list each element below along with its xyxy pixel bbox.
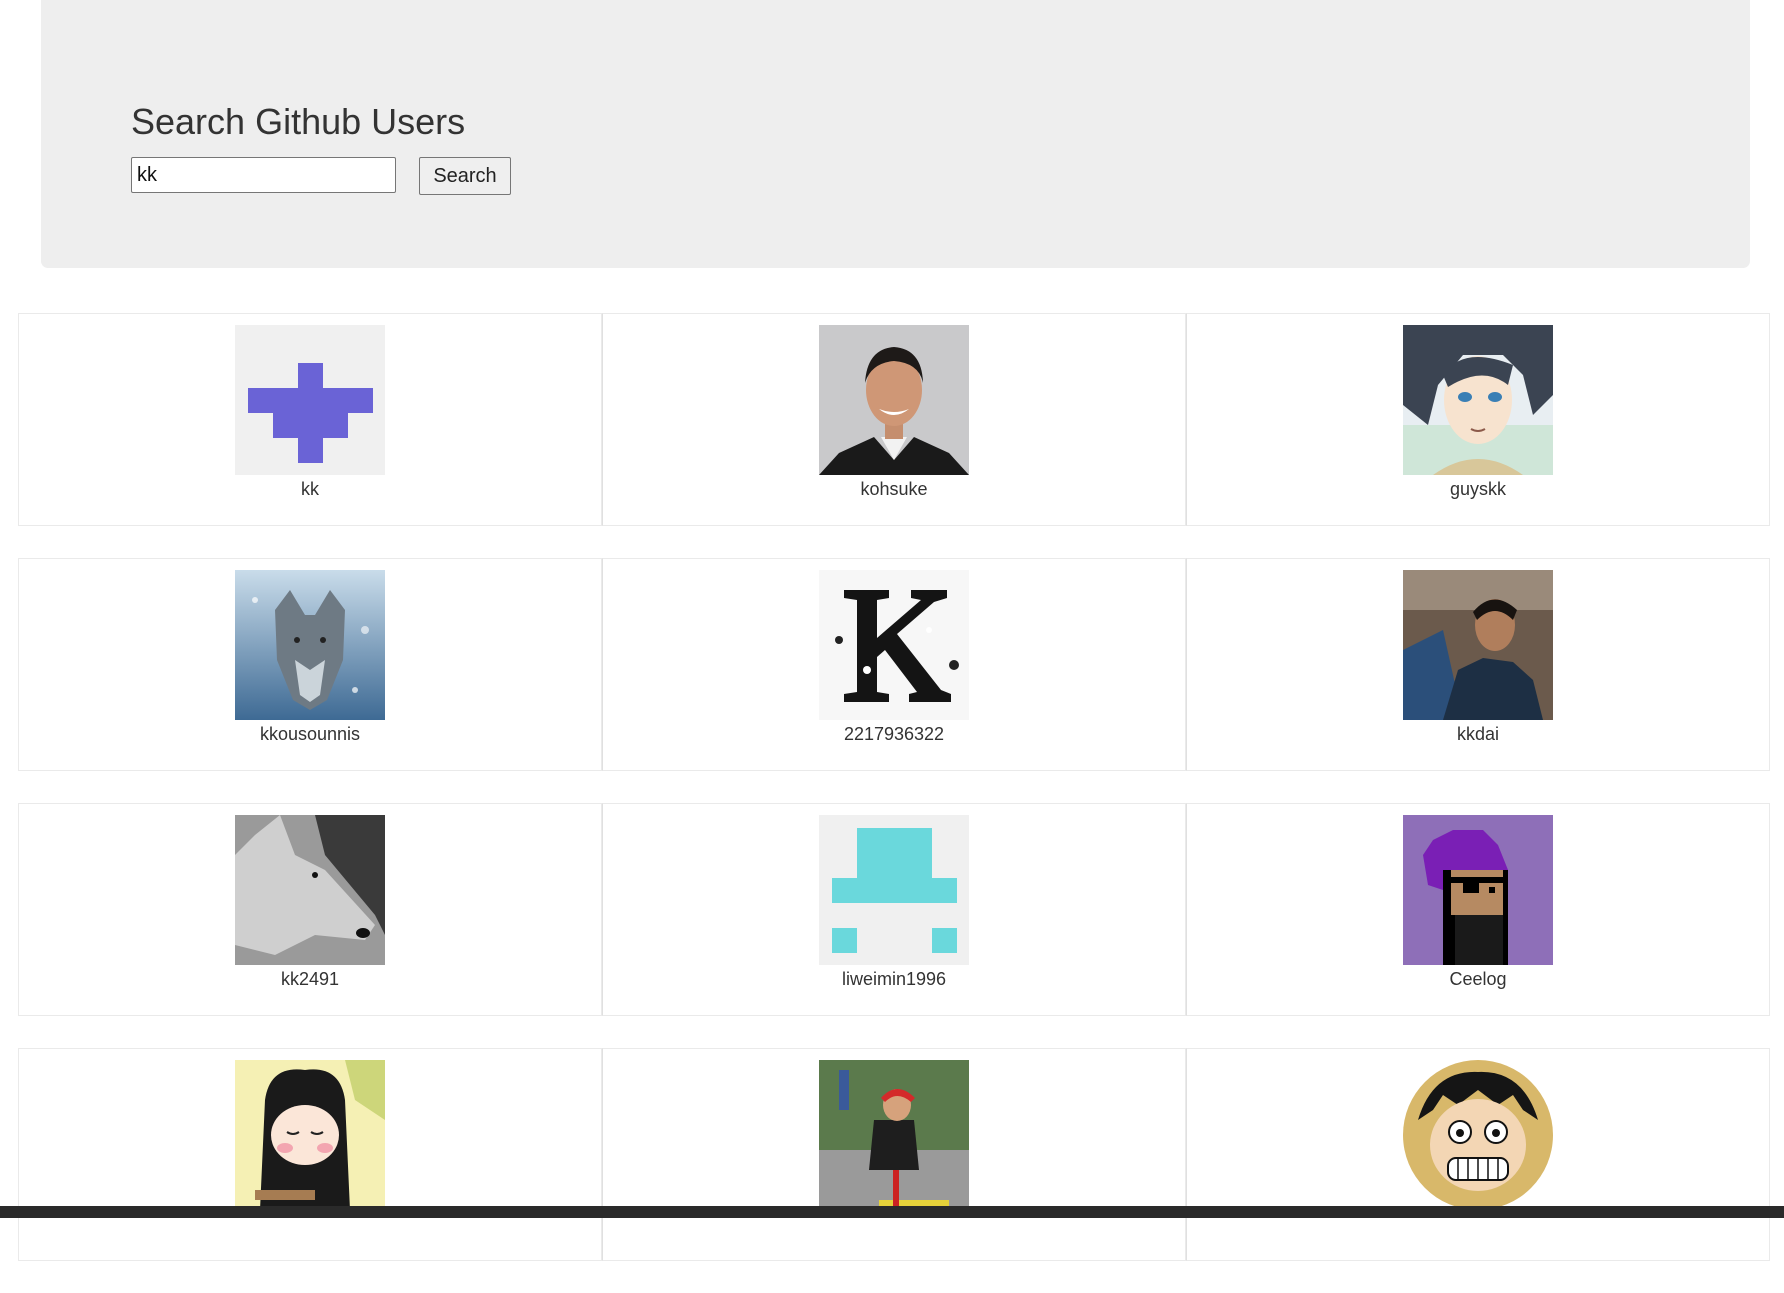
user-card[interactable] — [602, 1048, 1186, 1261]
user-card[interactable]: kk — [18, 313, 602, 526]
pixel-pirate-icon[interactable] — [1403, 815, 1553, 965]
identicon-teal-icon[interactable] — [819, 815, 969, 965]
person-conference-icon[interactable] — [1403, 570, 1553, 720]
user-card[interactable]: kkdai — [1186, 558, 1770, 771]
username-label[interactable]: kohsuke — [603, 479, 1185, 500]
username-label[interactable]: guyskk — [1187, 479, 1769, 500]
user-card[interactable]: kkousounnis — [18, 558, 602, 771]
username-label[interactable]: Ceelog — [1187, 969, 1769, 990]
user-card[interactable]: kohsuke — [602, 313, 1186, 526]
taskbar-edge — [0, 1206, 1784, 1218]
username-label[interactable]: kkdai — [1187, 724, 1769, 745]
search-input[interactable] — [131, 157, 396, 193]
user-row: kk kohsuke guyskk — [18, 313, 1774, 528]
username-label[interactable]: kk2491 — [19, 969, 601, 990]
identicon-purple-cross-icon[interactable] — [235, 325, 385, 475]
portrait-man-suit-icon[interactable] — [819, 325, 969, 475]
user-row: kkousounnis 2217936322 kkdai — [18, 558, 1774, 773]
user-card[interactable]: 2217936322 — [602, 558, 1186, 771]
search-button[interactable]: Search — [419, 157, 511, 195]
username-label[interactable]: 2217936322 — [603, 724, 1185, 745]
user-card[interactable] — [1186, 1048, 1770, 1261]
user-card[interactable]: guyskk — [1186, 313, 1770, 526]
search-header: Search Github Users Search — [41, 0, 1750, 268]
user-row: kk2491 liweimin1996 Ceelog — [18, 803, 1774, 1018]
user-card[interactable]: kk2491 — [18, 803, 602, 1016]
username-label[interactable]: kk — [19, 479, 601, 500]
user-card[interactable] — [18, 1048, 602, 1261]
user-card[interactable]: Ceelog — [1186, 803, 1770, 1016]
username-label[interactable]: kkousounnis — [19, 724, 601, 745]
letter-k-grunge-icon[interactable] — [819, 570, 969, 720]
anime-character-icon[interactable] — [1403, 325, 1553, 475]
page-title: Search Github Users — [131, 101, 466, 142]
user-card[interactable]: liweimin1996 — [602, 803, 1186, 1016]
wolf-grayscale-icon[interactable] — [235, 815, 385, 965]
cyclist-icon[interactable] — [819, 1060, 969, 1210]
wolf-snow-icon[interactable] — [235, 570, 385, 720]
user-row — [18, 1048, 1774, 1263]
user-grid: kk kohsuke guyskk kkousounnis 2217936322… — [18, 313, 1774, 1293]
cartoon-girl-icon[interactable] — [235, 1060, 385, 1210]
anime-luffy-icon[interactable] — [1403, 1060, 1553, 1210]
username-label[interactable]: liweimin1996 — [603, 969, 1185, 990]
